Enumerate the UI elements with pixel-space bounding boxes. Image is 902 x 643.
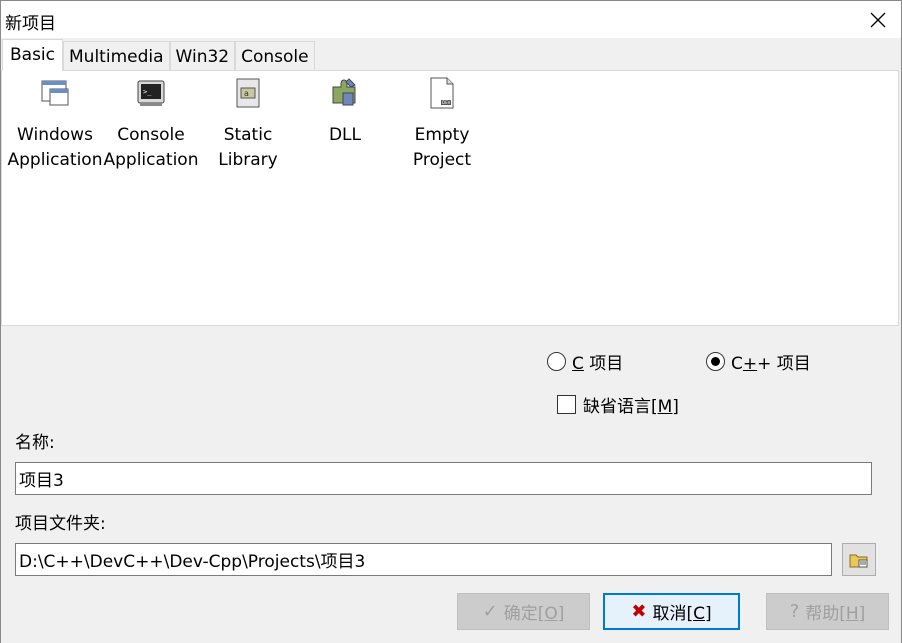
window-title: 新项目 [5,14,56,34]
folder-input[interactable]: D:\C++\DevC++\Dev-Cpp\Projects\项目3 [15,543,832,576]
default-language-label: 缺省语言[M] [583,397,679,417]
svg-text:>_: >_ [143,88,152,96]
tab-win32[interactable]: Win32 [169,41,236,71]
dll-icon [329,75,361,111]
name-label: 名称: [15,433,55,453]
svg-text:a: a [244,89,249,98]
radio-button[interactable] [547,352,566,371]
help-button[interactable]: ? 帮助[H] [766,593,889,630]
ok-button[interactable]: ✓ 确定[O] [457,593,590,630]
template-label: Console Application [103,125,199,170]
tab-label: Multimedia [69,46,164,67]
browse-folder-button[interactable] [842,543,876,576]
folder-browse-icon [849,554,868,567]
template-label: Empty Project [412,125,472,170]
empty-project-icon: DEV [426,75,458,111]
c-project-radio[interactable]: C 项目 [547,349,623,374]
console-app-icon: >_ [135,75,167,111]
template-windows-application[interactable]: Windows Application [7,75,103,173]
x-icon: ✖ [631,601,647,622]
tab-basic[interactable]: Basic [2,39,64,71]
folder-label: 项目文件夹: [15,514,106,534]
cpp-project-label: C++ 项目 [731,354,811,374]
radio-button[interactable] [706,352,725,371]
template-label: Windows Application [7,125,103,170]
tab-label: Basic [10,45,56,65]
template-dll[interactable]: DLL [297,75,393,148]
checkmark-icon: ✓ [482,601,498,622]
project-type-tabs: Basic Multimedia Win32 Console [2,39,315,71]
ok-label: 确定[O] [503,604,565,624]
windows-app-icon [39,75,71,111]
template-console-application[interactable]: >_ Console Application [103,75,199,173]
template-label: Static Library [218,125,278,170]
tab-multimedia[interactable]: Multimedia [63,41,170,71]
close-icon [870,12,886,27]
static-library-icon: a [232,75,264,111]
tab-label: Win32 [175,46,230,67]
name-value: 项目3 [19,471,64,491]
default-language-checkbox[interactable]: 缺省语言[M] [557,392,679,417]
title-bar: 新项目 [0,0,902,38]
tab-console[interactable]: Console [235,41,315,71]
question-icon: ? [789,601,800,622]
checkbox-box[interactable] [557,395,576,414]
cpp-project-radio[interactable]: C++ 项目 [706,349,811,374]
template-empty-project[interactable]: DEV Empty Project [394,75,490,173]
close-button[interactable] [855,1,901,38]
help-label: 帮助[H] [805,604,866,624]
template-static-library[interactable]: a Static Library [200,75,296,173]
tab-label: Console [241,46,309,67]
folder-value: D:\C++\DevC++\Dev-Cpp\Projects\项目3 [19,552,366,572]
template-label: DLL [328,125,362,145]
c-project-label: C 项目 [572,354,624,374]
project-templates-panel: Windows Application >_ Console Applicati… [1,70,899,326]
svg-text:DEV: DEV [442,100,451,105]
name-input[interactable]: 项目3 [15,462,872,495]
cancel-label: 取消[C] [652,604,712,624]
cancel-button[interactable]: ✖ 取消[C] [603,593,740,630]
radio-selected-dot [711,357,720,366]
